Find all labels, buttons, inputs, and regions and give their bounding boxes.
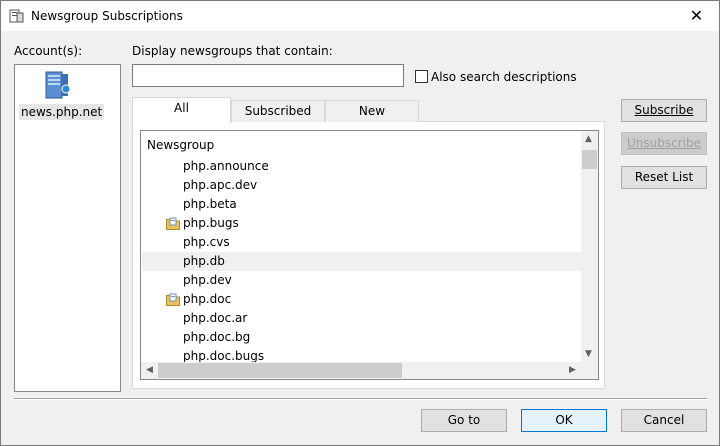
subscribe-button-label: Subscribe: [634, 103, 694, 117]
newsgroup-name: php.apc.dev: [183, 178, 258, 192]
newsgroup-name: php.cvs: [183, 235, 230, 249]
close-button[interactable]: ✕: [674, 1, 719, 31]
newsgroup-name: php.beta: [183, 197, 237, 211]
scroll-left-icon[interactable]: ◀: [146, 365, 153, 375]
footer-separator: [14, 398, 707, 400]
also-search-descriptions-label: Also search descriptions: [431, 70, 577, 84]
list-item[interactable]: php.announce: [142, 157, 582, 176]
scrollbar-corner: [581, 362, 598, 379]
reset-list-button[interactable]: Reset List: [621, 166, 707, 189]
scroll-down-icon[interactable]: ▼: [585, 349, 592, 359]
newsgroup-name: php.doc.bg: [183, 330, 251, 344]
search-input[interactable]: [132, 64, 404, 87]
close-icon: ✕: [689, 6, 704, 25]
ok-button-label: OK: [555, 413, 573, 427]
reset-list-button-label: Reset List: [634, 170, 694, 184]
horizontal-scroll-thumb[interactable]: [158, 363, 402, 378]
accounts-list[interactable]: news.php.net: [14, 64, 121, 392]
window-title: Newsgroup Subscriptions: [31, 9, 183, 23]
newsgroup-name: php.dev: [183, 273, 232, 287]
news-server-icon: [42, 69, 74, 104]
scroll-right-icon[interactable]: ▶: [569, 365, 576, 375]
newsgroup-name: php.db: [183, 254, 225, 268]
goto-button[interactable]: Go to: [421, 409, 507, 432]
horizontal-scrollbar[interactable]: ◀ ▶: [141, 362, 581, 379]
ok-button[interactable]: OK: [521, 409, 607, 432]
goto-button-label: Go to: [447, 413, 481, 427]
list-item[interactable]: php.cvs: [142, 233, 582, 252]
title-bar: Newsgroup Subscriptions ✕: [1, 1, 719, 31]
vertical-scrollbar[interactable]: ▲ ▼: [581, 131, 598, 363]
newsgroup-name: php.doc: [183, 292, 232, 306]
column-header-newsgroup[interactable]: Newsgroup: [147, 138, 214, 152]
list-item[interactable]: php.beta: [142, 195, 582, 214]
subscribed-folder-icon: [166, 217, 180, 230]
list-item[interactable]: php.apc.dev: [142, 176, 582, 195]
subscribe-button[interactable]: Subscribe: [621, 99, 707, 122]
newsgroup-list[interactable]: Newsgroup php.announce php.apc.dev php.bet…: [140, 130, 599, 380]
search-label: Display newsgroups that contain:: [132, 44, 333, 58]
list-item[interactable]: php.dev: [142, 271, 582, 290]
unsubscribe-button[interactable]: Unsubscribe: [621, 132, 707, 155]
scroll-up-icon[interactable]: ▲: [585, 134, 592, 144]
newsgroup-name: php.doc.ar: [183, 311, 248, 325]
list-item[interactable]: php.db: [142, 252, 582, 271]
list-item[interactable]: php.bugs: [142, 214, 582, 233]
dialog-window: Newsgroup Subscriptions ✕ Account(s): ne…: [0, 0, 720, 446]
accounts-label: Account(s):: [14, 44, 83, 58]
newsgroup-name: php.announce: [183, 159, 269, 173]
cancel-button[interactable]: Cancel: [621, 409, 707, 432]
cancel-button-label: Cancel: [643, 413, 685, 427]
newsgroup-window-icon: [9, 8, 25, 27]
tab-subscribed[interactable]: Subscribed: [231, 100, 325, 122]
list-item[interactable]: php.doc.ar: [142, 309, 582, 328]
subscribed-folder-icon: [166, 293, 180, 306]
tab-new[interactable]: New: [325, 100, 419, 122]
also-search-descriptions-checkbox[interactable]: [415, 70, 428, 83]
list-item[interactable]: php.doc.bg: [142, 328, 582, 347]
account-item-label[interactable]: news.php.net: [19, 104, 105, 120]
newsgroup-name: php.bugs: [183, 216, 239, 230]
list-item[interactable]: php.doc: [142, 290, 582, 309]
unsubscribe-button-label: Unsubscribe: [627, 136, 701, 150]
vertical-scroll-thumb[interactable]: [582, 150, 597, 169]
tab-all[interactable]: All: [132, 97, 231, 123]
